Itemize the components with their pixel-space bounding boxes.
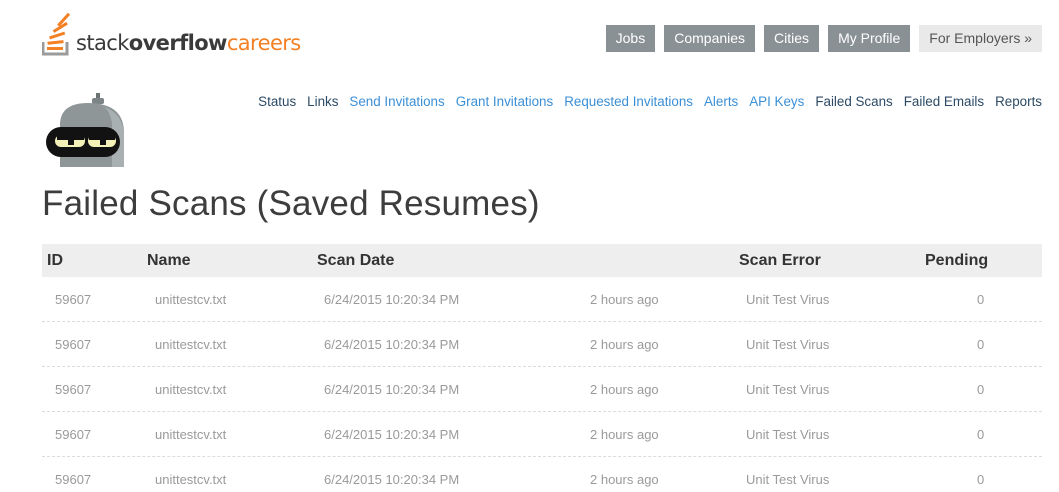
logo-word-overflow: overflow	[128, 31, 228, 55]
cell-scan-error: Unit Test Virus	[746, 382, 830, 397]
cell-relative-time: 2 hours ago	[590, 337, 659, 352]
cell-id: 59607	[55, 292, 92, 307]
avatar[interactable]	[44, 93, 126, 172]
table-row: 59607 unittestcv.txt 6/24/2015 10:20:34 …	[42, 367, 1042, 412]
cell-pending: 0	[977, 382, 985, 397]
admin-subnav: Status Links Send Invitations Grant Invi…	[258, 94, 1042, 109]
nav-jobs-button[interactable]: Jobs	[605, 25, 656, 52]
subnav-alerts-link[interactable]: Alerts	[704, 94, 738, 109]
cell-scan-error: Unit Test Virus	[746, 292, 830, 307]
cell-name: unittestcv.txt	[155, 427, 227, 442]
cell-scan-date: 6/24/2015 10:20:34 PM	[324, 292, 460, 307]
stack-logo-icon	[42, 12, 71, 56]
cell-pending: 0	[977, 472, 985, 487]
logo-word-stack: stack	[76, 31, 129, 55]
robot-avatar-icon	[46, 93, 124, 167]
nav-companies-button[interactable]: Companies	[664, 25, 756, 52]
cell-pending: 0	[977, 337, 985, 352]
subnav-requested-invitations-link[interactable]: Requested Invitations	[564, 94, 693, 109]
column-header-name[interactable]: Name	[147, 252, 191, 270]
cell-scan-date: 6/24/2015 10:20:34 PM	[324, 382, 460, 397]
cell-scan-date: 6/24/2015 10:20:34 PM	[324, 472, 460, 487]
subnav-failed-emails-link[interactable]: Failed Emails	[904, 94, 984, 109]
column-header-pending[interactable]: Pending	[925, 252, 988, 270]
cell-name: unittestcv.txt	[155, 292, 227, 307]
subnav-send-invitations-link[interactable]: Send Invitations	[349, 94, 444, 109]
table-row: 59607 unittestcv.txt 6/24/2015 10:20:34 …	[42, 277, 1042, 322]
cell-relative-time: 2 hours ago	[590, 472, 659, 487]
cell-scan-date: 6/24/2015 10:20:34 PM	[324, 337, 460, 352]
subnav-api-keys-link[interactable]: API Keys	[749, 94, 804, 109]
nav-my-profile-button[interactable]: My Profile	[828, 25, 911, 52]
cell-scan-error: Unit Test Virus	[746, 337, 830, 352]
cell-id: 59607	[55, 382, 92, 397]
subnav-grant-invitations-link[interactable]: Grant Invitations	[456, 94, 554, 109]
column-header-id[interactable]: ID	[47, 252, 63, 270]
column-header-scan-date[interactable]: Scan Date	[317, 252, 394, 270]
cell-name: unittestcv.txt	[155, 472, 227, 487]
subnav-failed-scans-link[interactable]: Failed Scans	[815, 94, 892, 109]
nav-for-employers-button[interactable]: For Employers »	[919, 25, 1042, 52]
subnav-reports-link[interactable]: Reports	[995, 94, 1042, 109]
cell-pending: 0	[977, 427, 985, 442]
cell-relative-time: 2 hours ago	[590, 427, 659, 442]
logo-wordmark: stackoverflowcareers	[76, 33, 301, 54]
table-header: ID Name Scan Date Scan Error Pending	[42, 244, 1042, 277]
cell-scan-error: Unit Test Virus	[746, 427, 830, 442]
failed-scans-table: ID Name Scan Date Scan Error Pending 596…	[42, 244, 1042, 492]
column-header-scan-error[interactable]: Scan Error	[739, 252, 821, 270]
subnav-status-link[interactable]: Status	[258, 94, 296, 109]
cell-pending: 0	[977, 292, 985, 307]
table-row: 59607 unittestcv.txt 6/24/2015 10:20:34 …	[42, 457, 1042, 492]
cell-name: unittestcv.txt	[155, 382, 227, 397]
cell-scan-error: Unit Test Virus	[746, 472, 830, 487]
cell-id: 59607	[55, 427, 92, 442]
cell-relative-time: 2 hours ago	[590, 382, 659, 397]
cell-relative-time: 2 hours ago	[590, 292, 659, 307]
cell-id: 59607	[55, 472, 92, 487]
table-row: 59607 unittestcv.txt 6/24/2015 10:20:34 …	[42, 412, 1042, 457]
cell-scan-date: 6/24/2015 10:20:34 PM	[324, 427, 460, 442]
cell-id: 59607	[55, 337, 92, 352]
table-row: 59607 unittestcv.txt 6/24/2015 10:20:34 …	[42, 322, 1042, 367]
stackoverflow-careers-logo[interactable]: stackoverflowcareers	[42, 12, 301, 56]
logo-word-careers: careers	[226, 31, 301, 55]
subnav-links-link[interactable]: Links	[307, 94, 338, 109]
cell-name: unittestcv.txt	[155, 337, 227, 352]
nav-cities-button[interactable]: Cities	[764, 25, 820, 52]
top-nav: Jobs Companies Cities My Profile For Emp…	[605, 25, 1042, 52]
page-title: Failed Scans (Saved Resumes)	[42, 184, 540, 223]
